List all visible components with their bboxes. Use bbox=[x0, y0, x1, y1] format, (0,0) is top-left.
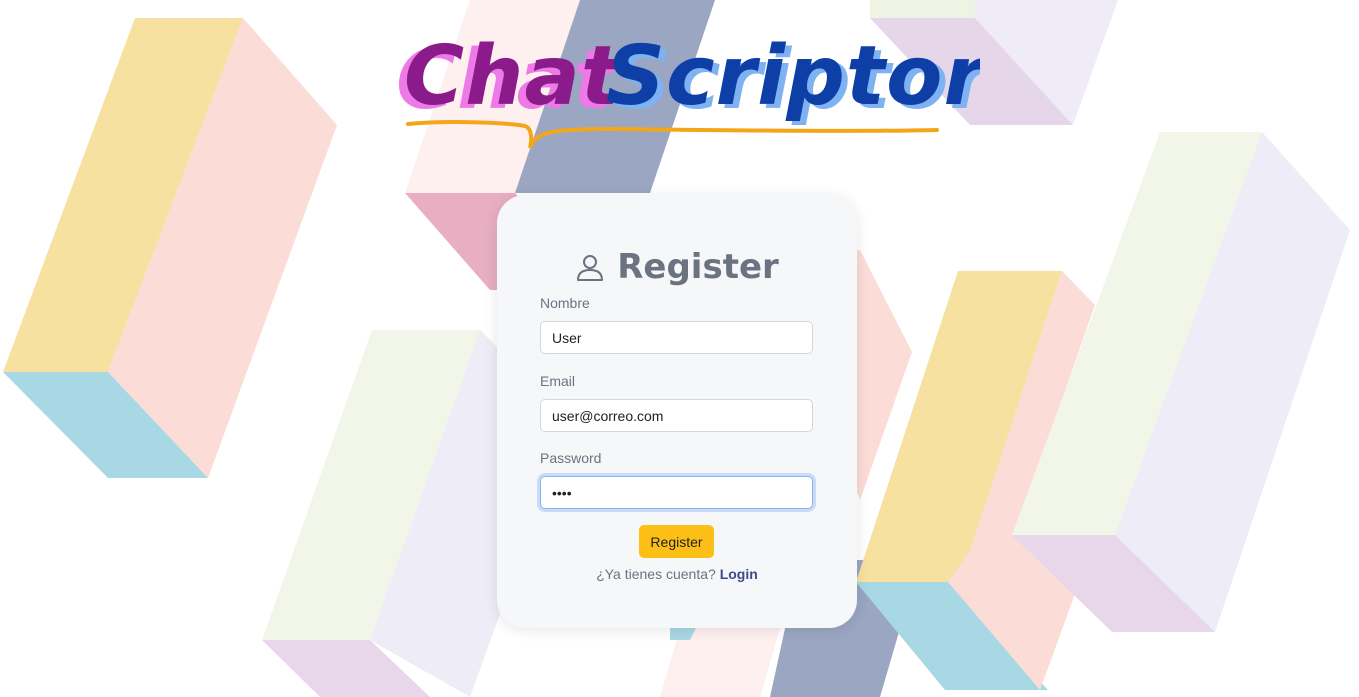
register-title: Register bbox=[617, 247, 779, 287]
nombre-label: Nombre bbox=[540, 295, 590, 311]
nombre-input[interactable] bbox=[540, 321, 813, 354]
email-input[interactable] bbox=[540, 399, 813, 432]
password-input[interactable] bbox=[540, 476, 813, 509]
user-icon bbox=[577, 255, 604, 281]
logo-chat-text: Chat bbox=[404, 29, 623, 124]
email-label: Email bbox=[540, 373, 576, 389]
login-prompt: ¿Ya tienes cuenta? Login bbox=[497, 566, 857, 582]
register-card: Register Nombre Email Password Register … bbox=[497, 195, 857, 628]
register-page: Chat Chat Scriptor Scriptor Register Nom… bbox=[0, 0, 1359, 697]
register-heading: Register bbox=[497, 245, 857, 289]
login-prompt-text: ¿Ya tienes cuenta? bbox=[596, 566, 716, 582]
password-label: Password bbox=[540, 450, 602, 466]
register-button[interactable]: Register bbox=[639, 525, 714, 558]
chatscriptor-logo: Chat Chat Scriptor Scriptor bbox=[396, 29, 980, 149]
logo-scriptor-text: Scriptor bbox=[606, 29, 980, 124]
login-link[interactable]: Login bbox=[720, 566, 758, 582]
